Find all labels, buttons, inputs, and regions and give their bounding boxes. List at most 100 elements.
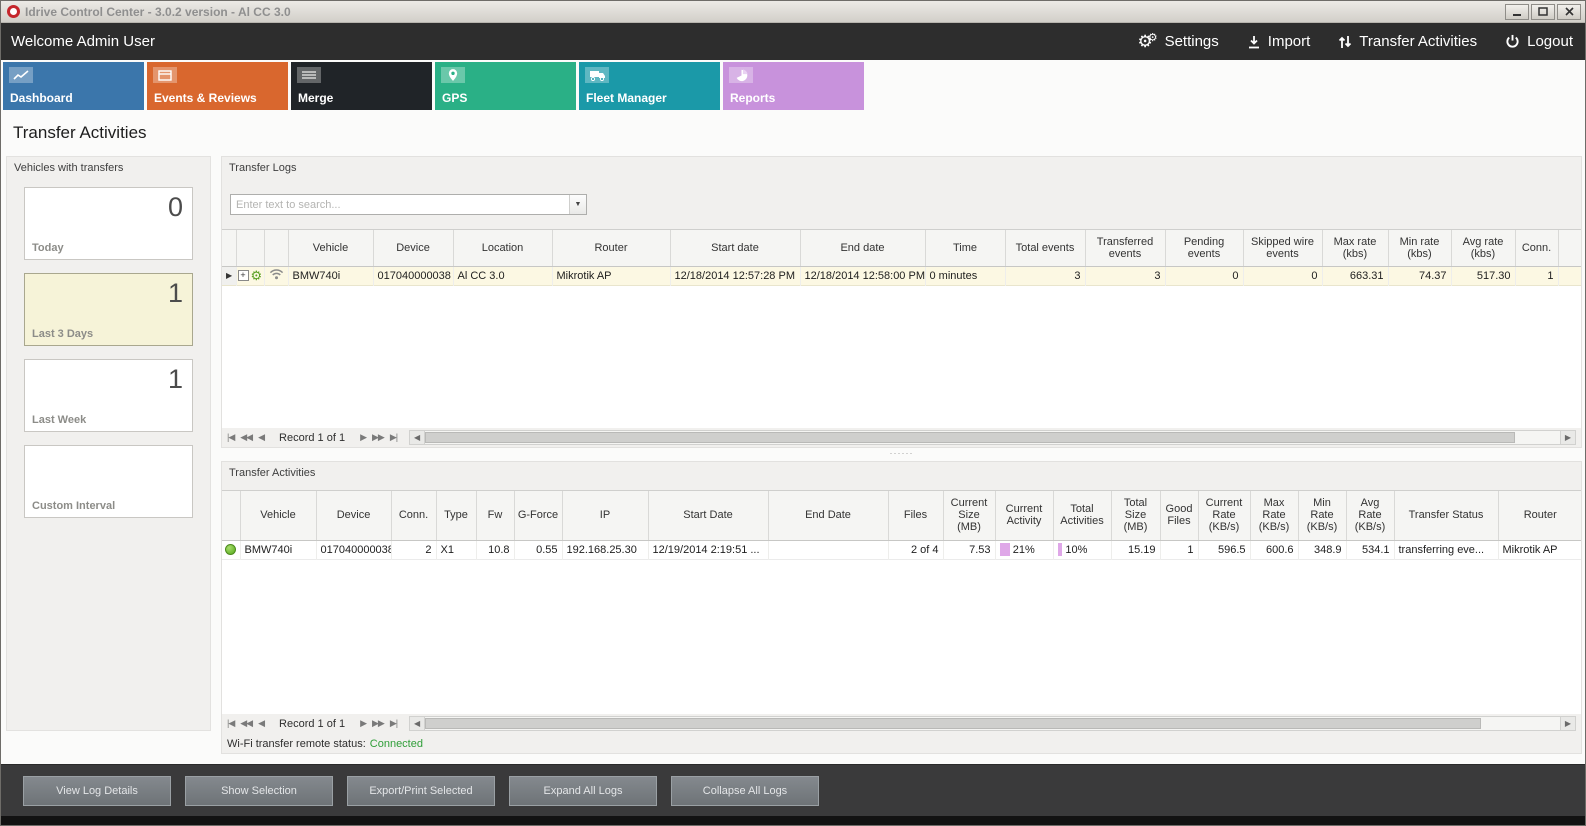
sidebar-card-today[interactable]: 0 Today: [24, 187, 193, 260]
pager-next-page-button[interactable]: ▶▶: [372, 433, 384, 442]
pager-next-page-button[interactable]: ▶▶: [372, 719, 384, 728]
horizontal-scrollbar-thumb[interactable]: [425, 718, 1480, 729]
tab-fleet-manager[interactable]: Fleet Manager: [579, 62, 720, 110]
column-header-min-rate[interactable]: Min rate (kbs): [1388, 230, 1451, 266]
column-header-skipped-wire-events[interactable]: Skipped wire events: [1243, 230, 1322, 266]
column-header-avg-rate[interactable]: Avg rate (kbs): [1451, 230, 1515, 266]
column-header-conn[interactable]: Conn.: [1515, 230, 1558, 266]
act-column-header-start-date[interactable]: Start Date: [648, 491, 768, 540]
logout-button[interactable]: Logout: [1505, 33, 1573, 50]
act-column-header-max-rate[interactable]: Max Rate (KB/s): [1250, 491, 1298, 540]
act-column-header-g-force[interactable]: G-Force: [514, 491, 562, 540]
column-header-transferred-events[interactable]: Transferred events: [1085, 230, 1165, 266]
act-column-header-current-size[interactable]: Current Size (MB): [943, 491, 995, 540]
tab-merge[interactable]: Merge: [291, 62, 432, 110]
horizontal-scrollbar-thumb[interactable]: [425, 432, 1514, 443]
sidebar-card-last-week[interactable]: 1 Last Week: [24, 359, 193, 432]
act-column-header-current-activity[interactable]: Current Activity: [995, 491, 1053, 540]
cell-vehicle: BMW740i: [240, 540, 316, 559]
import-icon: [1247, 35, 1261, 49]
pager-prev-button[interactable]: ◀: [258, 719, 264, 728]
cell-conn: 1: [1515, 266, 1558, 285]
column-header-start-date[interactable]: Start date: [670, 230, 800, 266]
total-activities-value: 10%: [1065, 544, 1087, 556]
cell-vehicle: BMW740i: [288, 266, 373, 285]
sidebar-card-last-3-days[interactable]: 1 Last 3 Days: [24, 273, 193, 346]
pager-first-button[interactable]: |◀: [227, 719, 234, 728]
scroll-right-icon[interactable]: ▶: [1560, 431, 1575, 444]
horizontal-scrollbar[interactable]: ◀ ▶: [409, 716, 1576, 731]
transfer-activities-button[interactable]: Transfer Activities: [1338, 33, 1477, 50]
pager-prev-page-button[interactable]: ◀◀: [240, 433, 252, 442]
transfer-log-row[interactable]: ▶ +⚙ BMW740i 017040000038: [222, 266, 1581, 285]
close-icon: [1565, 7, 1574, 16]
cell-max-rate: 663.31: [1322, 266, 1388, 285]
expand-row-icon[interactable]: +: [238, 270, 249, 281]
column-header-location[interactable]: Location: [453, 230, 552, 266]
pager-prev-button[interactable]: ◀: [258, 433, 264, 442]
act-column-header-type[interactable]: Type: [436, 491, 476, 540]
logout-label: Logout: [1527, 33, 1573, 50]
act-column-header-current-rate[interactable]: Current Rate (KB/s): [1198, 491, 1250, 540]
act-column-header-avg-rate[interactable]: Avg Rate (KB/s): [1346, 491, 1394, 540]
search-dropdown-button[interactable]: ▼: [569, 195, 586, 214]
tab-events-reviews[interactable]: Events & Reviews: [147, 62, 288, 110]
column-header-time[interactable]: Time: [925, 230, 1005, 266]
column-header-max-rate[interactable]: Max rate (kbs): [1322, 230, 1388, 266]
act-column-header-total-activities[interactable]: Total Activities: [1053, 491, 1111, 540]
column-header-end-date[interactable]: End date: [800, 230, 925, 266]
show-selection-button[interactable]: Show Selection: [185, 776, 333, 806]
pager-last-button[interactable]: ▶|: [390, 719, 397, 728]
maximize-button[interactable]: [1531, 4, 1555, 20]
act-column-header-fw[interactable]: Fw: [476, 491, 514, 540]
import-button[interactable]: Import: [1247, 33, 1311, 50]
pager-last-button[interactable]: ▶|: [390, 433, 397, 442]
transfer-activity-row[interactable]: BMW740i 017040000038 2 X1 10.8 0.55 192.…: [222, 540, 1581, 559]
dashboard-chart-icon: [13, 70, 29, 81]
tab-reports[interactable]: Reports: [723, 62, 864, 110]
expand-all-logs-button[interactable]: Expand All Logs: [509, 776, 657, 806]
transfer-activities-grid-area: Vehicle Device Conn. Type Fw G-Force IP …: [222, 490, 1581, 714]
tab-gps[interactable]: GPS: [435, 62, 576, 110]
tile-label: Merge: [298, 91, 333, 105]
minimize-button[interactable]: [1505, 4, 1529, 20]
act-column-header-transfer-status[interactable]: Transfer Status: [1394, 491, 1498, 540]
act-column-header-total-size[interactable]: Total Size (MB): [1111, 491, 1160, 540]
scroll-left-icon[interactable]: ◀: [410, 717, 425, 730]
view-log-details-button[interactable]: View Log Details: [23, 776, 171, 806]
act-column-header-ip[interactable]: IP: [562, 491, 648, 540]
pager-next-button[interactable]: ▶: [360, 719, 366, 728]
column-header-total-events[interactable]: Total events: [1005, 230, 1085, 266]
panel-splitter[interactable]: ······: [221, 450, 1582, 460]
gps-pin-icon: [448, 68, 458, 82]
act-column-header-end-date[interactable]: End Date: [768, 491, 888, 540]
collapse-all-logs-button[interactable]: Collapse All Logs: [671, 776, 819, 806]
column-header-pending-events[interactable]: Pending events: [1165, 230, 1243, 266]
tab-dashboard[interactable]: Dashboard: [3, 62, 144, 110]
card-label: Custom Interval: [32, 500, 115, 512]
act-column-header-min-rate[interactable]: Min Rate (KB/s): [1298, 491, 1346, 540]
act-column-header-good-files[interactable]: Good Files: [1160, 491, 1198, 540]
transfer-logs-grid: Vehicle Device Location Router Start dat…: [222, 230, 1581, 286]
search-input[interactable]: [231, 196, 568, 215]
pager-next-button[interactable]: ▶: [360, 433, 366, 442]
act-column-header-conn[interactable]: Conn.: [391, 491, 436, 540]
cell-location: Al CC 3.0: [453, 266, 552, 285]
pager-first-button[interactable]: |◀: [227, 433, 234, 442]
column-header-vehicle[interactable]: Vehicle: [288, 230, 373, 266]
export-print-selected-button[interactable]: Export/Print Selected: [347, 776, 495, 806]
act-column-header-device[interactable]: Device: [316, 491, 391, 540]
close-button[interactable]: [1557, 4, 1581, 20]
horizontal-scrollbar[interactable]: ◀ ▶: [409, 430, 1576, 445]
column-header-device[interactable]: Device: [373, 230, 453, 266]
sidebar-card-custom-interval[interactable]: Custom Interval: [24, 445, 193, 518]
scroll-left-icon[interactable]: ◀: [410, 431, 425, 444]
act-column-header-vehicle[interactable]: Vehicle: [240, 491, 316, 540]
act-column-header-files[interactable]: Files: [888, 491, 943, 540]
cell-min-rate: 348.9: [1298, 540, 1346, 559]
pager-prev-page-button[interactable]: ◀◀: [240, 719, 252, 728]
act-column-header-router[interactable]: Router: [1498, 491, 1581, 540]
scroll-right-icon[interactable]: ▶: [1560, 717, 1575, 730]
settings-button[interactable]: ⚙⚙ Settings: [1137, 33, 1218, 51]
column-header-router[interactable]: Router: [552, 230, 670, 266]
